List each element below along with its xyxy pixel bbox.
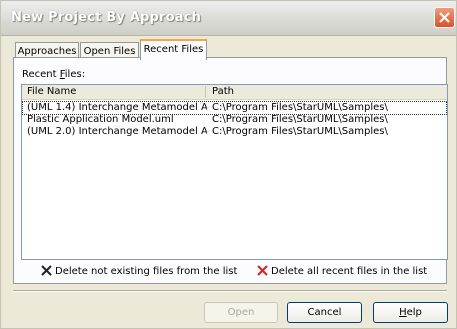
open-button[interactable]: Open [204, 302, 278, 323]
list-item[interactable]: (UML 2.0) Interchange Metamodel A... C:\… [23, 126, 446, 138]
path-cell: C:\Program Files\StarUML\Samples\ [212, 126, 388, 137]
column-separator[interactable] [205, 86, 206, 98]
close-button[interactable] [434, 7, 455, 28]
file-name-cell: (UML 1.4) Interchange Metamodel A... [27, 102, 207, 113]
file-name-cell: (UML 2.0) Interchange Metamodel A... [27, 126, 207, 137]
list-header: File Name Path [22, 85, 447, 100]
divider [13, 290, 447, 292]
dialog-window: New Project By Approach Approaches Open … [0, 0, 457, 329]
recent-files-label-suffix: iles: [64, 69, 86, 80]
file-name-cell: Plastic Application Model.uml [27, 114, 174, 125]
cancel-button[interactable]: Cancel [287, 302, 362, 323]
delete-red-icon [257, 265, 268, 276]
delete-icon [41, 265, 52, 276]
delete-not-existing-button[interactable]: Delete not existing files from the list [41, 265, 237, 279]
path-cell: C:\Program Files\StarUML\Samples\ [212, 102, 388, 113]
help-accelerator: H [399, 307, 407, 318]
delete-all-recent-button[interactable]: Delete all recent files in the list [257, 265, 447, 279]
tab-recent-files[interactable]: Recent Files [140, 39, 207, 60]
close-icon [439, 12, 450, 23]
list-item[interactable]: (UML 1.4) Interchange Metamodel A... C:\… [22, 101, 447, 115]
recent-files-list[interactable]: File Name Path (UML 1.4) Interchange Met… [21, 84, 448, 260]
recent-files-label: Recent Files: [22, 69, 85, 80]
window-title: New Project By Approach [11, 10, 202, 25]
column-header-file-name[interactable]: File Name [27, 86, 76, 97]
delete-all-recent-label: Delete all recent files in the list [271, 266, 428, 277]
path-cell: C:\Program Files\StarUML\Samples\ [212, 114, 388, 125]
list-item[interactable]: Plastic Application Model.uml C:\Program… [23, 114, 446, 126]
help-label-rest: elp [406, 307, 422, 318]
column-header-path[interactable]: Path [212, 86, 234, 97]
recent-files-label-prefix: Recent [22, 69, 60, 80]
delete-not-existing-label: Delete not existing files from the list [55, 266, 238, 277]
title-bar[interactable]: New Project By Approach [1, 1, 456, 36]
help-button[interactable]: Help [373, 302, 448, 323]
